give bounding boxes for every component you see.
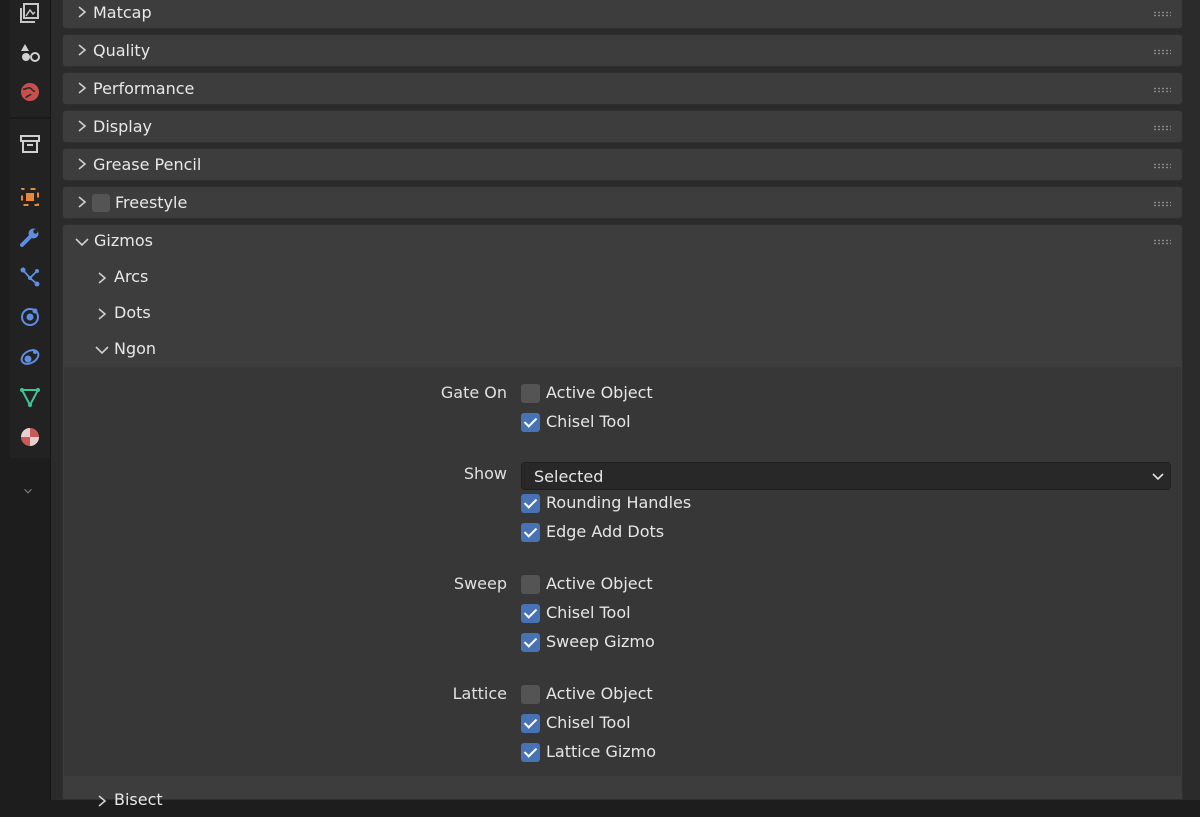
drag-handle-icon[interactable] <box>1153 49 1171 55</box>
freestyle-checkbox[interactable] <box>92 194 110 212</box>
show-label: Show <box>463 464 507 483</box>
checkbox[interactable] <box>521 413 540 432</box>
panel-performance[interactable]: Performance <box>62 72 1183 105</box>
subpanel-title: Arcs <box>114 267 149 286</box>
checkbox[interactable] <box>521 714 540 733</box>
panel-title: Performance <box>93 79 195 98</box>
checkbox-label: Active Object <box>546 383 653 402</box>
scene-icon[interactable] <box>10 33 50 71</box>
expand-icon[interactable] <box>8 472 48 510</box>
material-icon[interactable] <box>10 418 50 456</box>
checkbox-label: Chisel Tool <box>546 412 631 431</box>
constraints-icon[interactable] <box>10 338 50 376</box>
lattice-label: Lattice <box>452 684 507 703</box>
object-icon[interactable] <box>10 178 50 216</box>
checkbox[interactable] <box>521 685 540 704</box>
checkbox[interactable] <box>521 523 540 542</box>
chevron-right-icon <box>98 272 107 284</box>
panel-title: Freestyle <box>115 193 188 212</box>
panel-title: Grease Pencil <box>93 155 202 174</box>
drag-handle-icon[interactable] <box>1153 239 1171 245</box>
checkbox-label: Lattice Gizmo <box>546 742 657 761</box>
subpanel-bisect[interactable]: Bisect <box>95 785 395 817</box>
properties-tab-bar <box>0 0 50 800</box>
checkbox[interactable] <box>521 494 540 513</box>
gate-on-label: Gate On <box>440 383 507 402</box>
sweep-label: Sweep <box>453 574 507 593</box>
checkbox[interactable] <box>521 384 540 403</box>
chevron-right-icon <box>78 82 87 94</box>
show-dropdown[interactable]: Selected <box>521 462 1171 490</box>
subpanel-title: Ngon <box>114 339 157 358</box>
chevron-down-icon <box>75 238 89 247</box>
checkbox-label: Chisel Tool <box>546 603 631 622</box>
checkbox-label: Sweep Gizmo <box>546 632 655 651</box>
panel-title: Matcap <box>93 3 152 22</box>
panel-matcap[interactable]: Matcap <box>62 0 1183 29</box>
checkbox-label: Active Object <box>546 574 653 593</box>
panel-grease-pencil[interactable]: Grease Pencil <box>62 148 1183 181</box>
collection-icon[interactable] <box>10 125 50 163</box>
checkbox[interactable] <box>521 604 540 623</box>
panel-freestyle[interactable]: Freestyle <box>62 186 1183 219</box>
checkbox-label: Edge Add Dots <box>546 522 665 541</box>
subpanel-title: Dots <box>114 303 151 322</box>
ngon-settings: Gate On Active Object Chisel Tool Show S… <box>64 367 1181 776</box>
drag-handle-icon[interactable] <box>1153 201 1171 207</box>
panel-display[interactable]: Display <box>62 110 1183 143</box>
subpanel-ngon[interactable]: Ngon <box>95 334 395 366</box>
chevron-down-icon <box>95 346 109 355</box>
physics-icon[interactable] <box>10 298 50 336</box>
show-edge-add-dots-checkbox[interactable]: Edge Add Dots <box>521 522 761 544</box>
checkbox-label: Active Object <box>546 684 653 703</box>
subpanel-dots[interactable]: Dots <box>95 298 395 330</box>
chevron-down-icon <box>1152 473 1164 481</box>
chevron-right-icon <box>78 158 87 170</box>
world-icon[interactable] <box>10 73 50 111</box>
checkbox[interactable] <box>521 575 540 594</box>
checkbox[interactable] <box>521 743 540 762</box>
gate-on-active-object-checkbox[interactable]: Active Object <box>521 383 721 405</box>
chevron-right-icon <box>78 44 87 56</box>
sweep-chisel-tool-checkbox[interactable]: Chisel Tool <box>521 603 721 625</box>
lattice-active-object-checkbox[interactable]: Active Object <box>521 684 721 706</box>
drag-handle-icon[interactable] <box>1153 11 1171 17</box>
panel-title: Display <box>93 117 152 136</box>
checkbox[interactable] <box>521 633 540 652</box>
drag-handle-icon[interactable] <box>1153 125 1171 131</box>
gizmos-header[interactable]: Gizmos <box>75 226 375 258</box>
lattice-gizmo-checkbox[interactable]: Lattice Gizmo <box>521 742 721 764</box>
chevron-right-icon <box>78 196 87 208</box>
chevron-right-icon <box>78 6 87 18</box>
panel-quality[interactable]: Quality <box>62 34 1183 67</box>
dropdown-value: Selected <box>534 467 604 486</box>
properties-editor: Matcap Quality Performance Display Greas… <box>50 0 1200 809</box>
gate-on-chisel-tool-checkbox[interactable]: Chisel Tool <box>521 412 721 434</box>
sweep-active-object-checkbox[interactable]: Active Object <box>521 574 721 596</box>
sweep-gizmo-checkbox[interactable]: Sweep Gizmo <box>521 632 721 654</box>
lattice-chisel-tool-checkbox[interactable]: Chisel Tool <box>521 713 721 735</box>
panel-gizmos: Gizmos Arcs Dots Ngon Gate On Active Obj… <box>62 224 1183 809</box>
drag-handle-icon[interactable] <box>1153 163 1171 169</box>
chevron-right-icon <box>78 120 87 132</box>
chevron-right-icon <box>98 795 107 807</box>
panel-title: Gizmos <box>94 231 153 250</box>
checkbox-label: Rounding Handles <box>546 493 692 512</box>
data-icon[interactable] <box>10 378 50 416</box>
checkbox-label: Chisel Tool <box>546 713 631 732</box>
subpanel-arcs[interactable]: Arcs <box>95 262 395 294</box>
view-layer-icon[interactable] <box>10 0 50 32</box>
particles-icon[interactable] <box>10 258 50 296</box>
drag-handle-icon[interactable] <box>1153 87 1171 93</box>
tab-divider <box>10 117 50 119</box>
chevron-right-icon <box>98 308 107 320</box>
panel-title: Quality <box>93 41 151 60</box>
modifier-icon[interactable] <box>10 218 50 256</box>
show-rounding-handles-checkbox[interactable]: Rounding Handles <box>521 493 761 515</box>
